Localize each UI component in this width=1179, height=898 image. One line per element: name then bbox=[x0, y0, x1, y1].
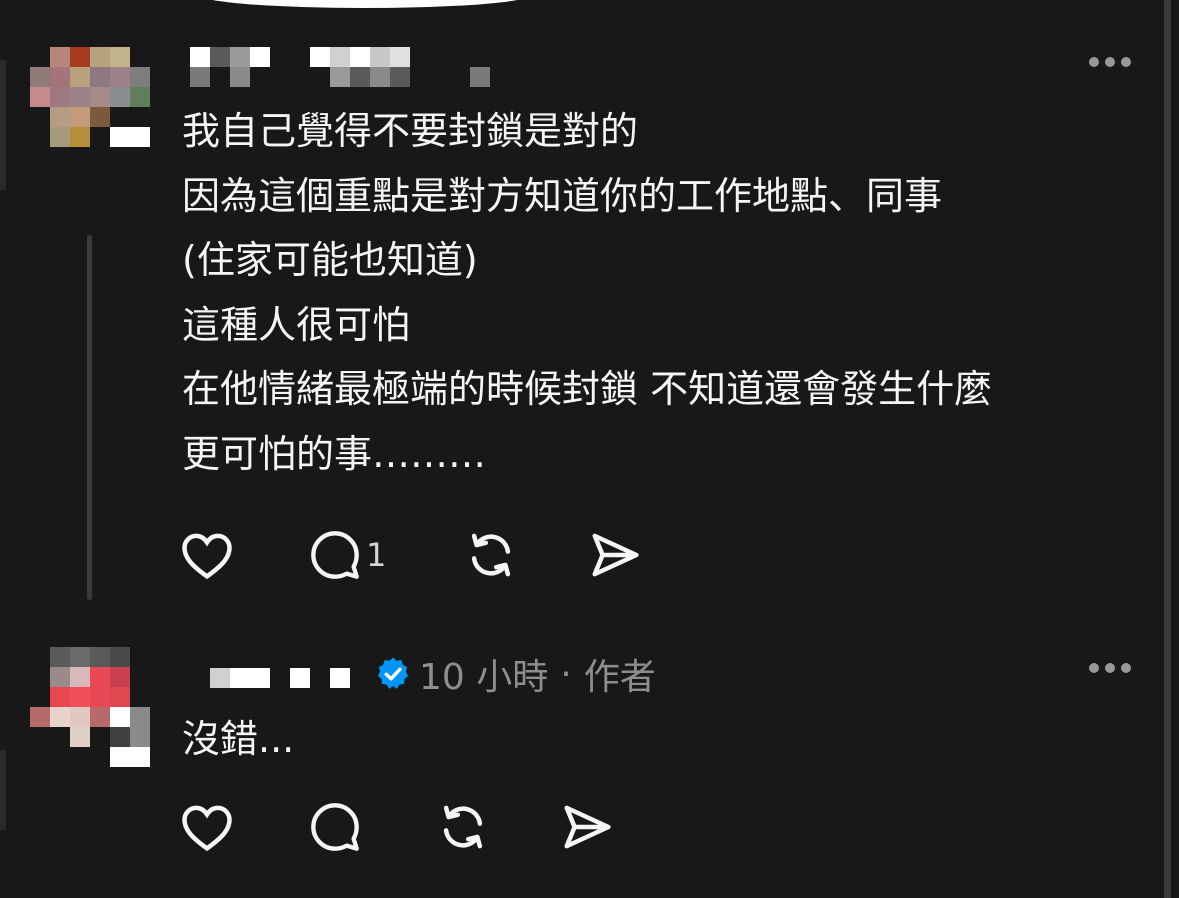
repost-button[interactable] bbox=[464, 528, 518, 582]
send-icon bbox=[564, 805, 611, 849]
reply-meta: 10 小時 · 作者 bbox=[375, 648, 656, 700]
left-edge-decoration bbox=[0, 60, 6, 190]
comment-icon bbox=[311, 803, 359, 851]
reply-actions bbox=[180, 800, 614, 854]
reply-reply-button[interactable] bbox=[308, 801, 362, 853]
meta-separator: · bbox=[560, 653, 572, 695]
repost-icon bbox=[472, 533, 511, 577]
reply-count: 1 bbox=[366, 536, 387, 574]
comment-icon bbox=[311, 531, 359, 579]
reply-more-options-button[interactable] bbox=[1088, 658, 1132, 680]
reply-timestamp: 10 小時 bbox=[419, 657, 549, 698]
like-button[interactable] bbox=[180, 530, 234, 580]
username-blur-row bbox=[190, 67, 490, 87]
post-actions: 1 bbox=[180, 528, 642, 582]
heart-icon bbox=[182, 805, 232, 852]
more-horizontal-icon bbox=[1089, 663, 1131, 673]
reply-like-button[interactable] bbox=[180, 802, 234, 852]
reply-repost-button[interactable] bbox=[436, 800, 490, 854]
heart-icon bbox=[182, 533, 232, 580]
author-badge: 作者 bbox=[583, 657, 656, 698]
more-horizontal-icon bbox=[1089, 57, 1131, 67]
share-button[interactable] bbox=[588, 530, 642, 580]
username[interactable] bbox=[190, 47, 410, 67]
repost-icon bbox=[443, 805, 483, 849]
send-icon bbox=[592, 533, 639, 577]
scrollbar[interactable] bbox=[1164, 0, 1171, 898]
more-options-button[interactable] bbox=[1088, 52, 1132, 74]
post-text: 我自己覺得不要封鎖是對的 因為這個重點是對方知道你的工作地點、同事 (住家可能也… bbox=[182, 109, 993, 476]
avatar[interactable] bbox=[30, 47, 150, 167]
verified-badge-icon bbox=[378, 657, 408, 689]
reply-username[interactable] bbox=[210, 668, 350, 688]
thread-line bbox=[87, 235, 92, 600]
top-edge-decoration bbox=[200, 0, 530, 8]
reply-avatar[interactable] bbox=[30, 647, 150, 767]
left-edge-decoration bbox=[0, 750, 6, 830]
reply-share-button[interactable] bbox=[560, 802, 614, 852]
reply-button[interactable]: 1 bbox=[308, 529, 386, 581]
reply-text: 沒錯... bbox=[182, 717, 295, 761]
